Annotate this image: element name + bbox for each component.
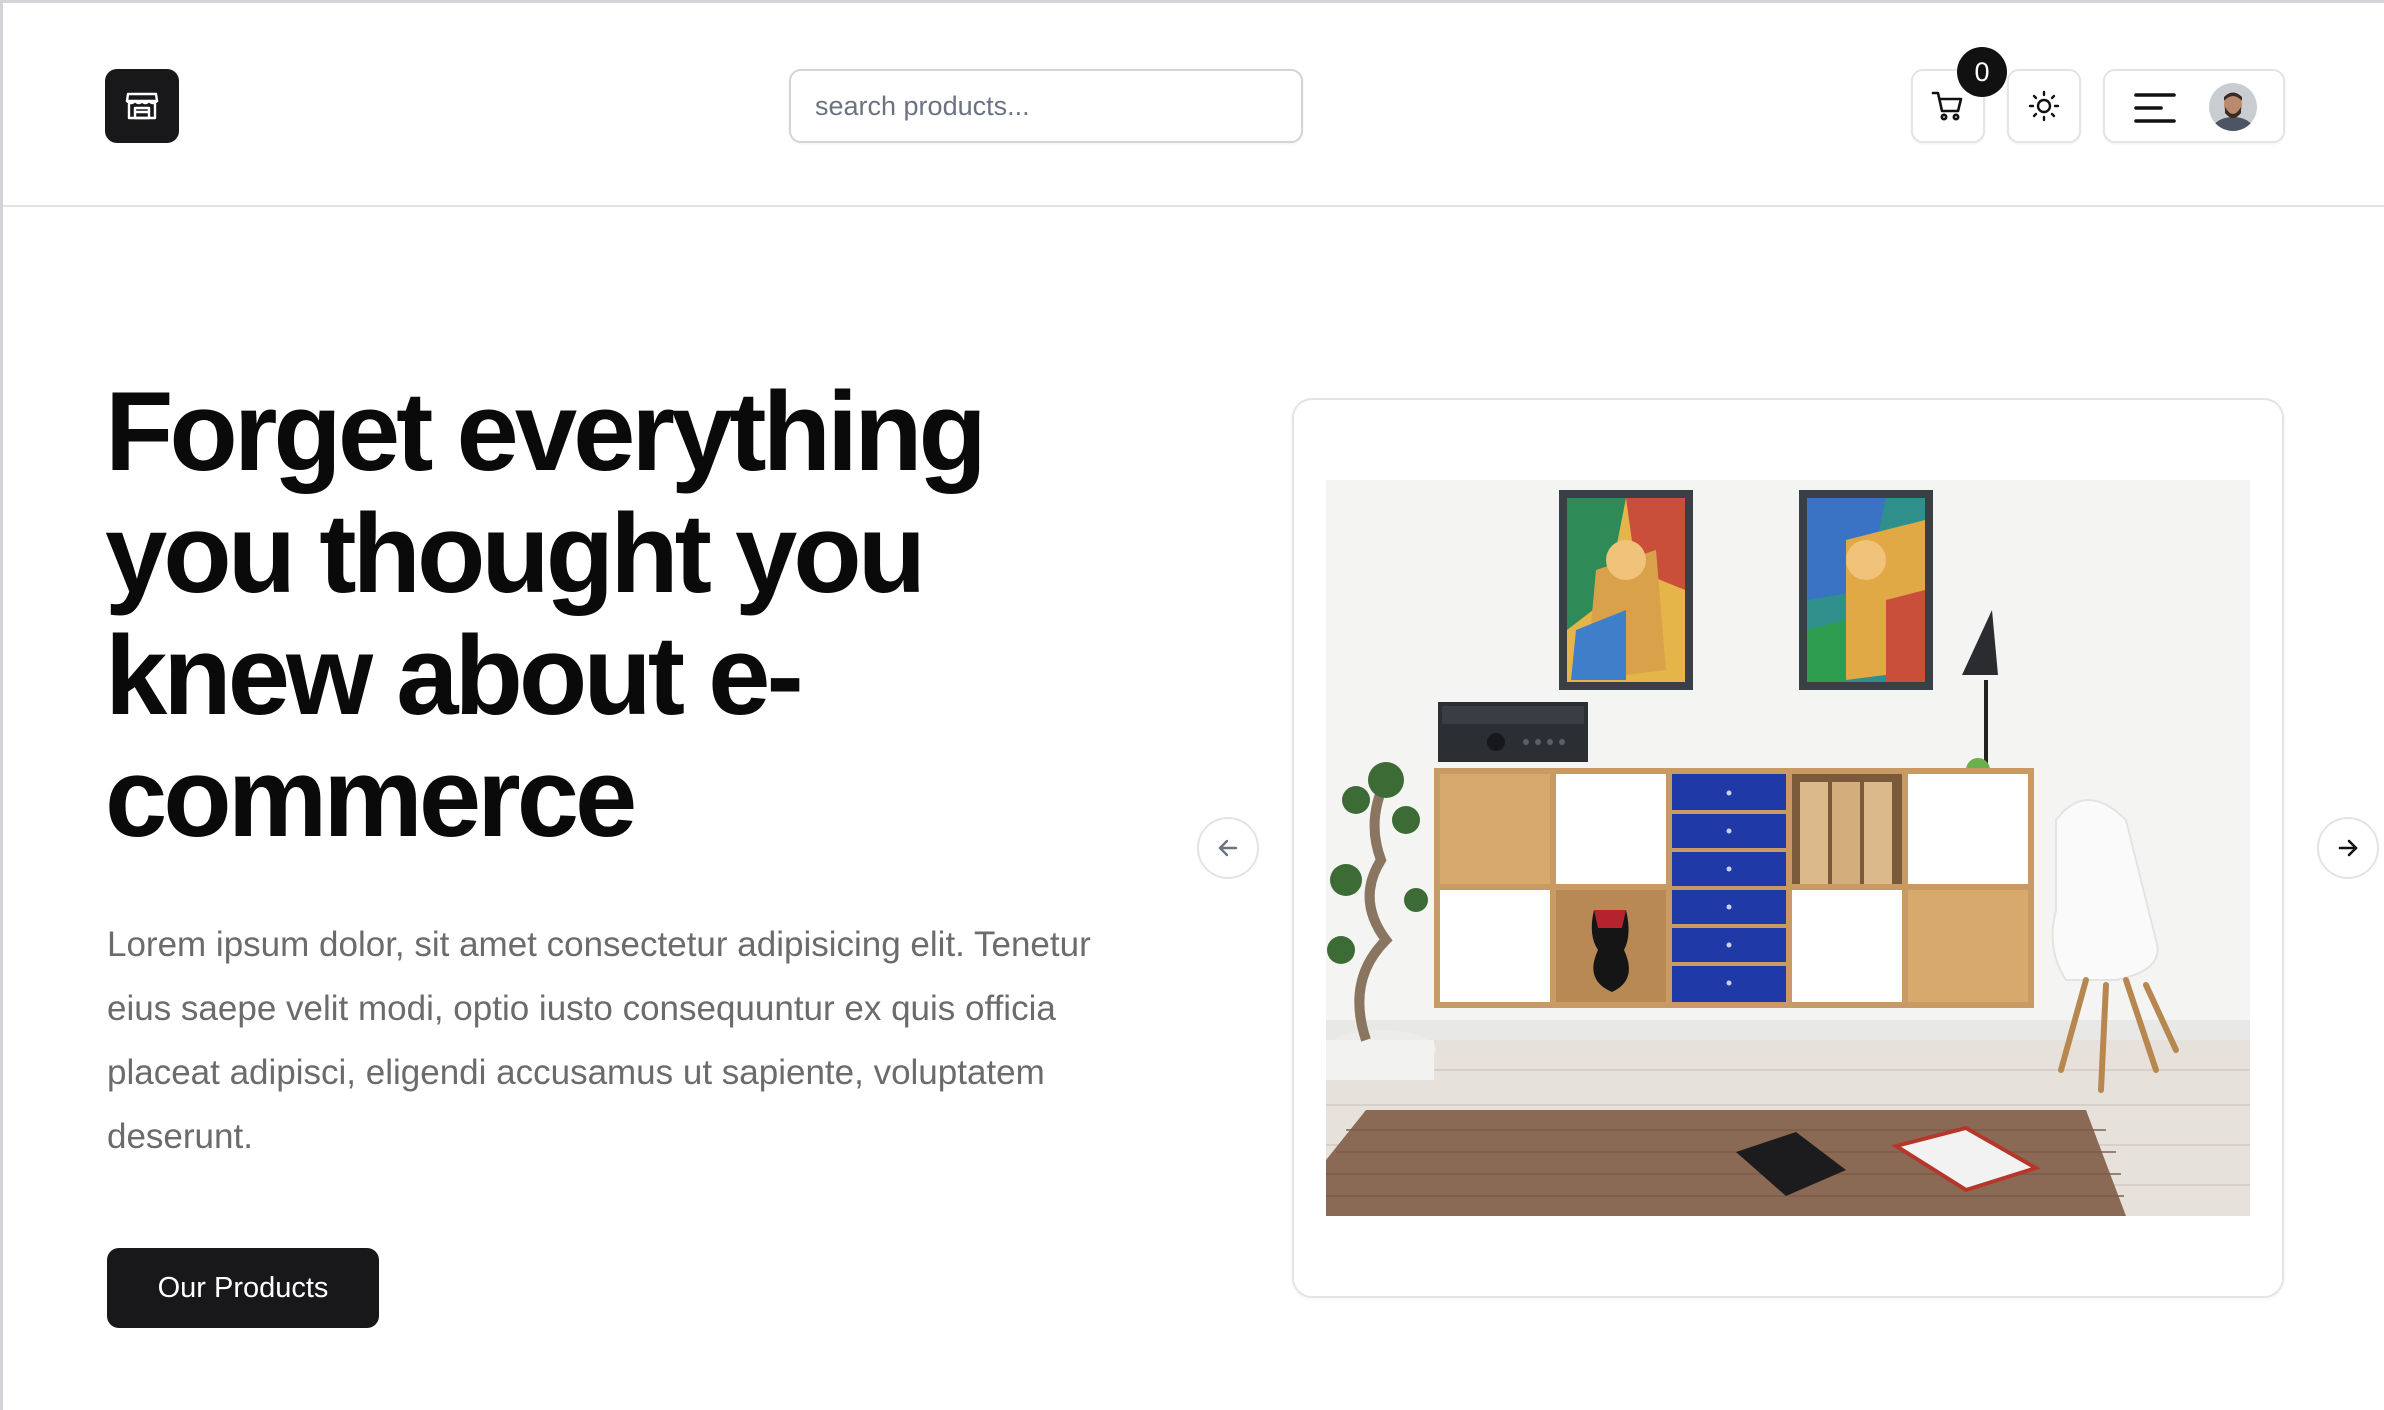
sun-icon	[2028, 90, 2060, 122]
carousel-slide-image	[1326, 480, 2250, 1216]
hero-description: Lorem ipsum dolor, sit amet consectetur …	[107, 925, 1091, 1156]
carousel-next-button[interactable]	[2317, 817, 2379, 879]
theme-toggle-button[interactable]	[2007, 69, 2081, 143]
our-products-button[interactable]: Our Products	[107, 1248, 379, 1328]
search-input[interactable]	[789, 69, 1303, 143]
living-room-photo	[1326, 480, 2250, 1216]
arrow-left-icon	[1218, 839, 1238, 857]
cart-icon	[1931, 91, 1963, 121]
hero-headline: Forget everything you thought you knew a…	[105, 369, 987, 860]
store-icon	[125, 92, 159, 120]
site-header: 0	[3, 3, 2384, 207]
arrow-right-icon	[2338, 839, 2358, 857]
menu-icon	[2134, 93, 2176, 123]
product-carousel	[1292, 398, 2284, 1298]
page: 0	[0, 0, 2384, 1410]
logo-button[interactable]	[105, 69, 179, 143]
user-menu-button[interactable]	[2103, 69, 2285, 143]
user-avatar	[2209, 83, 2257, 131]
carousel-prev-button[interactable]	[1197, 817, 1259, 879]
cart-count-badge: 0	[1957, 47, 2007, 97]
